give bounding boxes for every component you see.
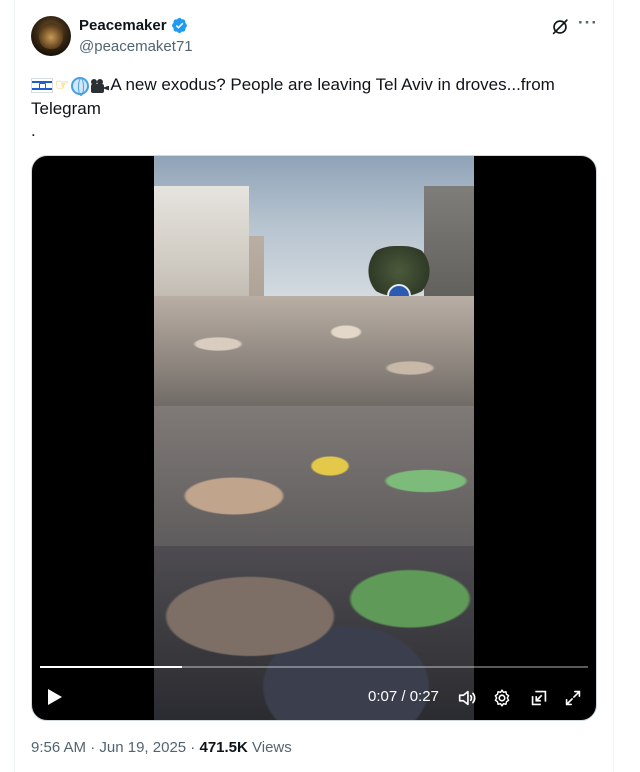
video-player[interactable]: 0:07 / 0:27: [31, 155, 597, 721]
tweet-date[interactable]: Jun 19, 2025: [99, 739, 186, 756]
more-options-icon[interactable]: ···: [578, 14, 598, 35]
verified-badge-icon: [171, 17, 187, 34]
volume-icon[interactable]: [456, 687, 478, 709]
tweet-time[interactable]: 9:56 AM: [31, 739, 86, 756]
meta-separator: ·: [186, 739, 200, 756]
author-handle[interactable]: @peacemaket71: [79, 38, 193, 55]
author-name-row[interactable]: Peacemaker: [79, 17, 188, 34]
video-time: 0:07 / 0:27: [368, 688, 439, 705]
video-progress-fill: [40, 666, 183, 668]
israel-flag-icon: [31, 78, 53, 93]
video-frame[interactable]: [154, 156, 474, 720]
video-progress-bar[interactable]: [40, 666, 588, 668]
avatar[interactable]: [31, 16, 71, 56]
meta-separator: ·: [86, 739, 100, 756]
views-label: Views: [247, 739, 292, 756]
emoji-row: ☞: [31, 74, 110, 97]
tweet-text: ☞ A new exodus? People are leaving Tel A…: [31, 73, 591, 120]
tweet-body-text: A new exodus? People are leaving Tel Avi…: [31, 75, 555, 118]
movie-camera-icon: [91, 78, 110, 93]
tweet-extra-line: .: [31, 121, 36, 140]
pip-icon[interactable]: [528, 687, 550, 709]
fullscreen-icon[interactable]: [562, 687, 584, 709]
settings-icon[interactable]: [491, 687, 513, 709]
play-icon[interactable]: [46, 688, 64, 706]
display-name[interactable]: Peacemaker: [79, 17, 167, 34]
grok-icon[interactable]: [549, 16, 571, 38]
views-count: 471.5K: [199, 739, 248, 756]
globe-icon: [71, 76, 90, 96]
pointing-right-icon: ☞: [55, 77, 70, 94]
tweet-meta: 9:56 AM · Jun 19, 2025 · 471.5K Views: [31, 739, 292, 756]
